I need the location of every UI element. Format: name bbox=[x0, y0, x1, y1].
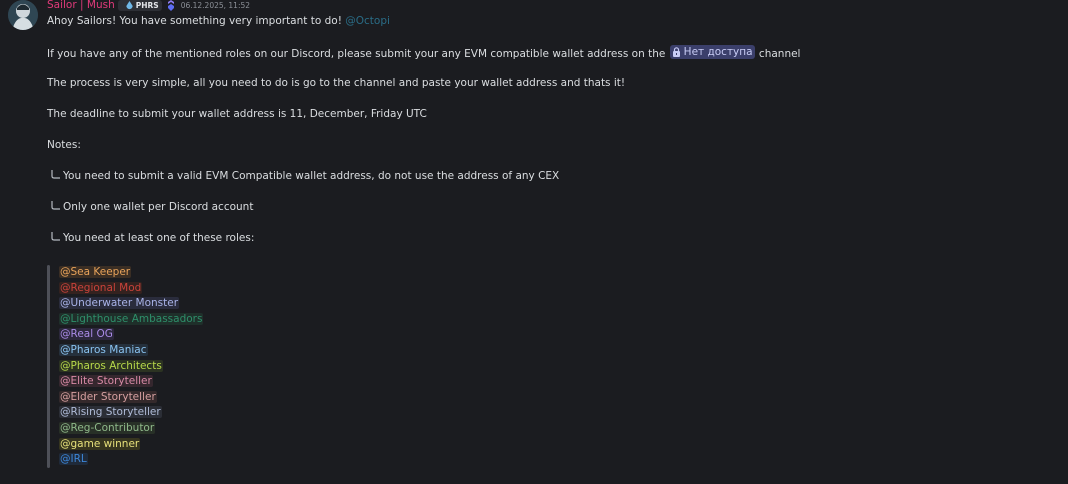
server-tag-label: PHRS bbox=[135, 0, 159, 10]
message-header: Sailor | Mush PHRS 06.12.2025, 11:52 bbox=[47, 0, 250, 12]
role-mention-item: @Sea Keeper bbox=[59, 265, 203, 281]
instructions-suffix: channel bbox=[758, 48, 801, 60]
role-mention[interactable]: @Underwater Monster bbox=[59, 297, 180, 310]
note-text: You need at least one of these roles: bbox=[63, 232, 255, 244]
role-mention-item: @Reg-Contributor bbox=[59, 421, 203, 437]
role-mention-item: @Lighthouse Ambassadors bbox=[59, 312, 204, 328]
role-mention-item: @Real OG bbox=[59, 327, 203, 343]
role-mention-item: @game winner bbox=[59, 437, 203, 453]
droplet-icon bbox=[126, 0, 133, 9]
note-text: You need to submit a valid EVM Compatibl… bbox=[63, 170, 560, 182]
author-name[interactable]: Sailor | Mush bbox=[47, 0, 115, 11]
role-mention[interactable]: @Elder Storyteller bbox=[59, 390, 157, 403]
role-mention[interactable]: @IRL bbox=[59, 453, 88, 466]
message-line-instructions: If you have any of the mentioned roles o… bbox=[47, 45, 800, 61]
boost-icon[interactable] bbox=[167, 0, 175, 11]
role-mention[interactable]: @Rising Storyteller bbox=[59, 406, 162, 419]
octopi-mention[interactable]: @Octopi bbox=[345, 15, 390, 27]
role-mention-item: @Rising Storyteller bbox=[59, 405, 203, 421]
role-mention[interactable]: @Real OG bbox=[59, 328, 114, 341]
note-item: Only one wallet per Discord account bbox=[47, 200, 253, 214]
note-text: Only one wallet per Discord account bbox=[63, 201, 254, 213]
message-line-notes: Notes: bbox=[47, 139, 81, 151]
role-mention-item: @Underwater Monster bbox=[59, 296, 203, 312]
message-line-greeting: Ahoy Sailors! You have something very im… bbox=[47, 14, 390, 28]
greeting-text: Ahoy Sailors! You have something very im… bbox=[47, 15, 342, 27]
note-item: You need at least one of these roles: bbox=[47, 231, 254, 245]
lock-icon bbox=[672, 47, 680, 57]
role-mention[interactable]: @Lighthouse Ambassadors bbox=[59, 312, 204, 325]
role-mention-item: @Regional Mod bbox=[59, 281, 203, 297]
subitem-arrow-icon bbox=[51, 201, 60, 210]
message-line-deadline: The deadline to submit your wallet addre… bbox=[47, 108, 427, 120]
channel-name: Нет доступа bbox=[683, 46, 753, 58]
subitem-arrow-icon bbox=[51, 170, 60, 179]
message-line-process: The process is very simple, all you need… bbox=[47, 77, 626, 89]
role-mention-item: @Pharos Architects bbox=[59, 359, 203, 375]
role-mention[interactable]: @Sea Keeper bbox=[59, 266, 132, 278]
chat-message: Sailor | Mush PHRS 06.12.2025, 11:52 Aho… bbox=[0, 0, 1068, 484]
role-mention-item: @Pharos Maniac bbox=[59, 343, 203, 359]
role-mention[interactable]: @Reg-Contributor bbox=[59, 421, 156, 434]
role-mention[interactable]: @Pharos Maniac bbox=[59, 343, 148, 356]
subitem-arrow-icon bbox=[51, 232, 60, 241]
role-mention-item: @Elder Storyteller bbox=[59, 390, 203, 406]
author-avatar[interactable] bbox=[8, 0, 38, 30]
note-item: You need to submit a valid EVM Compatibl… bbox=[47, 169, 559, 183]
server-tag[interactable]: PHRS bbox=[117, 0, 162, 11]
role-mention-list: @Sea Keeper @Regional Mod @Underwater Mo… bbox=[59, 265, 204, 468]
instructions-text: If you have any of the mentioned roles o… bbox=[47, 48, 666, 60]
role-mention[interactable]: @Elite Storyteller bbox=[59, 375, 153, 388]
message-timestamp[interactable]: 06.12.2025, 11:52 bbox=[181, 1, 250, 10]
role-mention-item: @Elite Storyteller bbox=[59, 374, 203, 390]
role-mention-item: @IRL bbox=[59, 452, 203, 468]
role-mention[interactable]: @game winner bbox=[59, 437, 141, 450]
channel-mention[interactable]: Нет доступа bbox=[669, 45, 755, 59]
role-mention[interactable]: @Pharos Architects bbox=[59, 359, 163, 372]
role-mention[interactable]: @Regional Mod bbox=[59, 281, 143, 294]
blockquote-bar bbox=[47, 265, 50, 468]
